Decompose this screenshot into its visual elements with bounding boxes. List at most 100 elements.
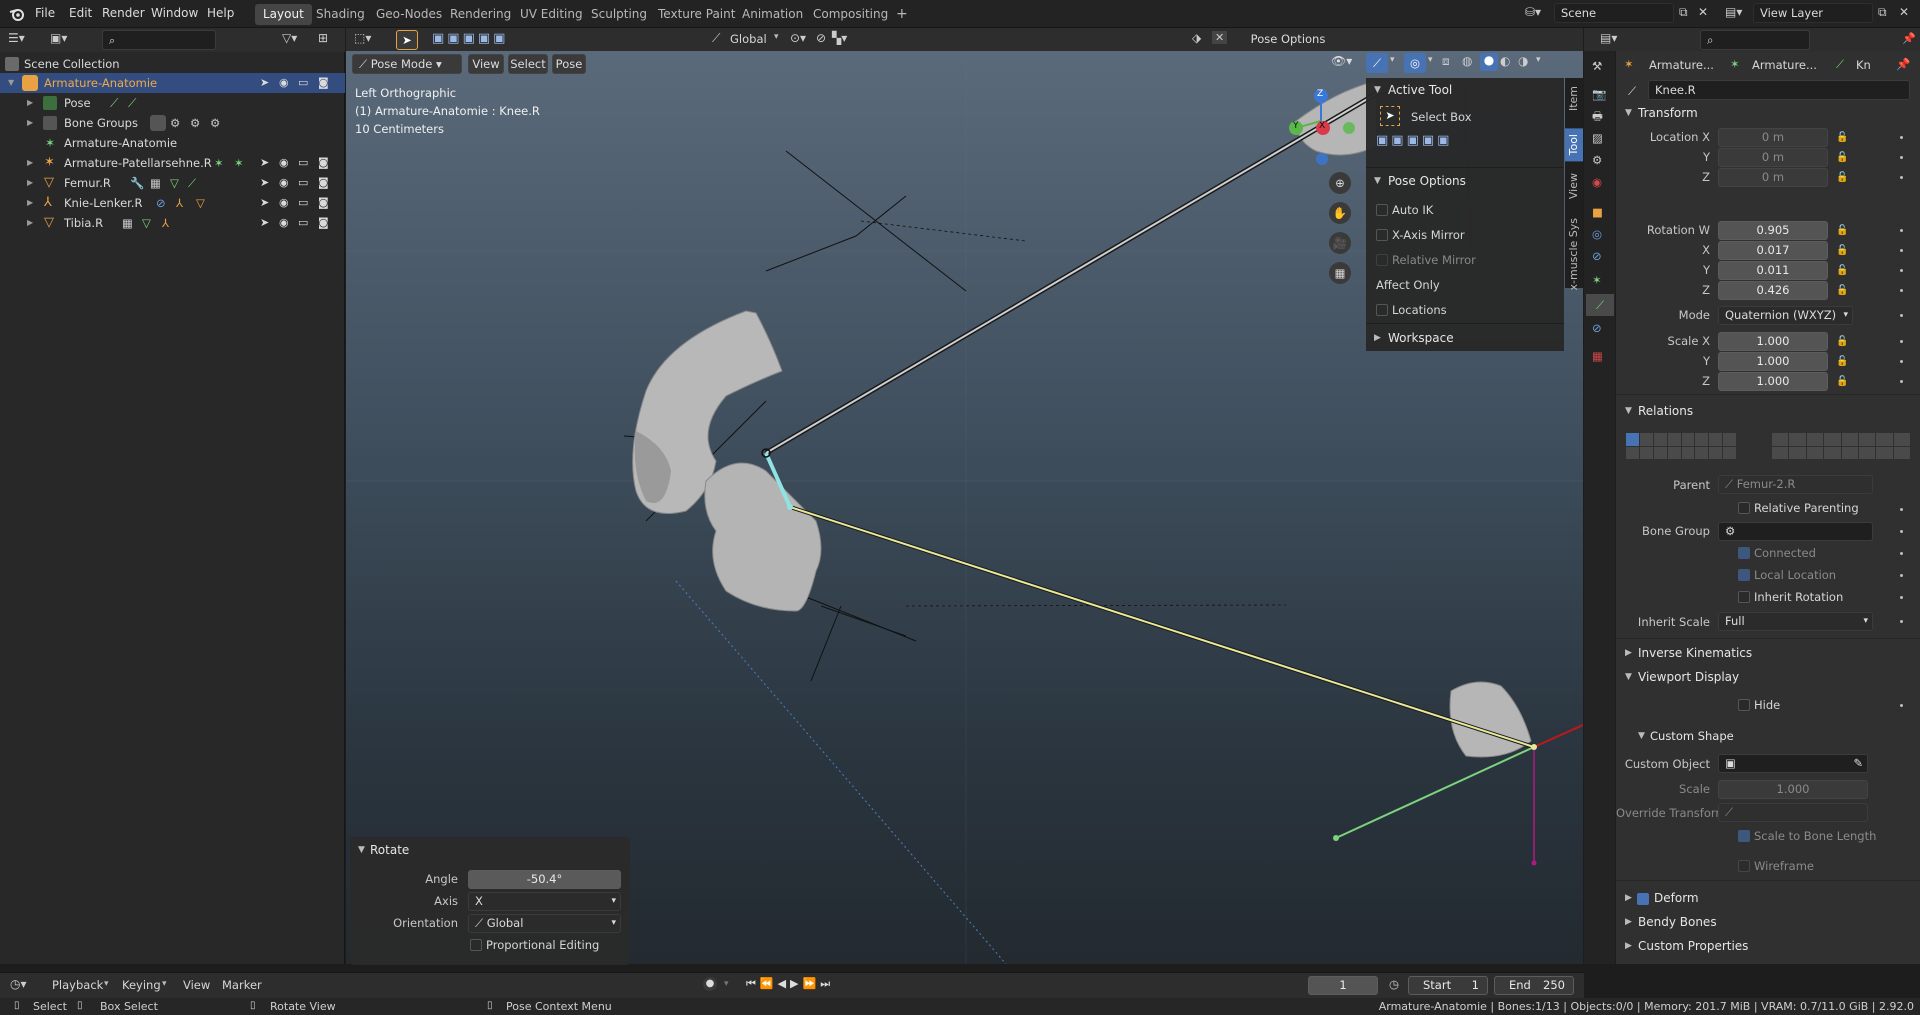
angle-field[interactable]: -50.4° (468, 870, 621, 889)
select-box-tool-icon[interactable]: ➤ (1380, 106, 1400, 126)
keyframe-dot[interactable] (1900, 530, 1903, 533)
snap-icon[interactable]: ⊘ (816, 31, 826, 45)
bone-layer[interactable] (1772, 433, 1789, 446)
tab-item[interactable]: Item (1567, 86, 1580, 111)
select-arrow-icon[interactable]: ➤ (260, 213, 269, 233)
location-z-field[interactable]: 0 m (1718, 168, 1828, 187)
keyframe-dot[interactable] (1900, 289, 1903, 292)
bone-layer[interactable] (1667, 433, 1681, 446)
inherit-rotation-checkbox[interactable] (1738, 591, 1750, 603)
outliner-scene-collection[interactable]: Scene Collection (0, 54, 345, 74)
select-arrow-icon[interactable]: ➤ (260, 193, 269, 213)
keyframe-dot[interactable] (1900, 380, 1903, 383)
viewport-monitor-icon[interactable]: ▭ (298, 173, 308, 193)
filter-icon[interactable]: ▽▾ (282, 31, 297, 45)
tab-x-muscle-sys[interactable]: x-muscle Sys (1567, 218, 1580, 291)
bone-layer[interactable] (1858, 433, 1876, 446)
render-camera-icon[interactable]: ◙ (318, 153, 329, 173)
pin-icon[interactable]: 📌 (1902, 32, 1916, 45)
bone-layer[interactable] (1789, 433, 1806, 446)
bone-layer[interactable] (1789, 446, 1806, 459)
menu-render[interactable]: Render (102, 6, 145, 20)
active-tool-header[interactable]: Active Tool (1388, 83, 1452, 97)
relations-header[interactable]: Relations (1638, 404, 1693, 418)
rotate-panel-header[interactable]: Rotate (370, 843, 409, 857)
menu-edit[interactable]: Edit (69, 6, 92, 20)
auto-ik-checkbox[interactable] (1376, 204, 1388, 216)
expand-arrow-icon[interactable]: ▶ (1625, 648, 1632, 658)
keyframe-dot[interactable] (1900, 552, 1903, 555)
tool-tab-icon[interactable]: ⚒ (1592, 59, 1602, 73)
location-x-field[interactable]: 0 m (1718, 128, 1828, 147)
collapse-arrow-icon[interactable]: ▼ (1638, 731, 1645, 741)
shape-scale-field[interactable]: 1.000 (1718, 780, 1868, 799)
bone-layer[interactable] (1893, 446, 1910, 459)
pivot-icon[interactable]: ⊙▾ (790, 31, 806, 45)
bone-layer[interactable] (1806, 446, 1824, 459)
lock-icon[interactable]: 🔓 (1836, 172, 1848, 183)
select-mode-buttons[interactable]: ▣▣▣▣▣ (1376, 133, 1452, 148)
record-icon[interactable]: ● (703, 977, 717, 991)
render-camera-icon[interactable]: ◙ (318, 193, 329, 213)
tab-animation[interactable]: Animation (734, 4, 811, 25)
bone-layer[interactable] (1639, 446, 1653, 459)
breadcrumb-bone[interactable]: Kn (1856, 58, 1871, 72)
bendy-bones-header[interactable]: Bendy Bones (1638, 915, 1717, 929)
expand-arrow-icon[interactable]: ▶ (27, 113, 33, 133)
view-layer-tab-icon[interactable]: ▨ (1592, 131, 1603, 145)
frame-end-field[interactable]: End 250 (1494, 976, 1574, 995)
blender-logo-icon[interactable] (9, 6, 25, 22)
keyframe-dot[interactable] (1900, 269, 1903, 272)
inverse-kinematics-header[interactable]: Inverse Kinematics (1638, 646, 1752, 660)
outliner-row-tibia[interactable]: ▶ ▽ Tibia.R ▦ ▽ ⅄ ➤ ◉ ▭ ◙ (0, 213, 345, 233)
bone-layer[interactable] (1858, 446, 1876, 459)
properties-editor-type-icon[interactable]: ▤▾ (1600, 31, 1617, 45)
scale-x-field[interactable]: 1.000 (1718, 332, 1828, 351)
viewport-editor-type-icon[interactable]: ⬚▾ (354, 31, 371, 45)
override-transform-field[interactable]: ⟋ (1718, 803, 1868, 822)
expand-arrow-icon[interactable]: ▶ (1374, 333, 1381, 343)
lock-icon[interactable]: 🔓 (1836, 152, 1848, 163)
bone-layer[interactable] (1772, 446, 1789, 459)
expand-arrow-icon[interactable]: ▶ (1625, 917, 1632, 927)
render-camera-icon[interactable]: ◙ (318, 173, 329, 193)
render-camera-icon[interactable]: ◙ (318, 73, 329, 93)
bone-layer[interactable] (1667, 446, 1681, 459)
display-mode-icon[interactable]: ▣▾ (50, 31, 67, 45)
expand-arrow-icon[interactable]: ▼ (8, 73, 14, 93)
lock-icon[interactable]: 🔓 (1836, 132, 1848, 143)
keyframe-dot[interactable] (1900, 508, 1903, 511)
tab-shading[interactable]: Shading (308, 4, 373, 25)
visibility-eye-icon[interactable]: ◉ (279, 73, 289, 93)
lock-icon[interactable]: 🔓 (1836, 245, 1848, 256)
tab-texture-paint[interactable]: Texture Paint (650, 4, 743, 25)
bone-constraint-tab-icon[interactable]: ⊘ (1592, 321, 1602, 335)
breadcrumb-object[interactable]: Armature... (1649, 58, 1714, 72)
tab-sculpting[interactable]: Sculpting (583, 4, 655, 25)
outliner-row-knie-lenker[interactable]: ▶ ⅄ Knie-Lenker.R ⊘ ⅄ ▽ ➤ ◉ ▭ ◙ (0, 193, 345, 213)
bone-layer[interactable] (1876, 446, 1893, 459)
collapse-arrow-icon[interactable]: ▼ (1625, 406, 1632, 416)
eyedropper-icon[interactable]: ✎ (1853, 755, 1863, 772)
keyframe-dot[interactable] (1900, 229, 1903, 232)
orientation-dropdown[interactable]: ⟋ Global ▾ (468, 914, 621, 933)
expand-arrow-icon[interactable]: ▶ (27, 173, 33, 193)
custom-properties-header[interactable]: Custom Properties (1638, 939, 1748, 953)
scene-selector-icon[interactable]: ⛁▾ (1525, 5, 1553, 23)
orientation-icon[interactable]: ⟋ (712, 31, 720, 46)
bone-layer[interactable] (1841, 433, 1858, 446)
scene-name-field[interactable]: Scene (1554, 3, 1674, 23)
local-location-checkbox[interactable] (1738, 569, 1750, 581)
menu-keying[interactable]: Keying (122, 978, 161, 992)
timeline-editor-icon[interactable]: ◷▾ (10, 977, 27, 991)
constraint-tab-icon[interactable]: ⊘ (1592, 249, 1602, 263)
pose-options-header[interactable]: Pose Options (1388, 174, 1466, 188)
rotation-z-field[interactable]: 0.426 (1718, 281, 1828, 300)
view-layer-field[interactable]: View Layer (1753, 3, 1873, 23)
scale-y-field[interactable]: 1.000 (1718, 352, 1828, 371)
visibility-eye-icon[interactable]: ◉ (279, 173, 289, 193)
bone-layer[interactable] (1824, 446, 1841, 459)
collapse-arrow-icon[interactable]: ▼ (358, 845, 365, 855)
properties-search-input[interactable]: ⌕ (1700, 30, 1810, 50)
tab-layout[interactable]: Layout (255, 4, 312, 25)
